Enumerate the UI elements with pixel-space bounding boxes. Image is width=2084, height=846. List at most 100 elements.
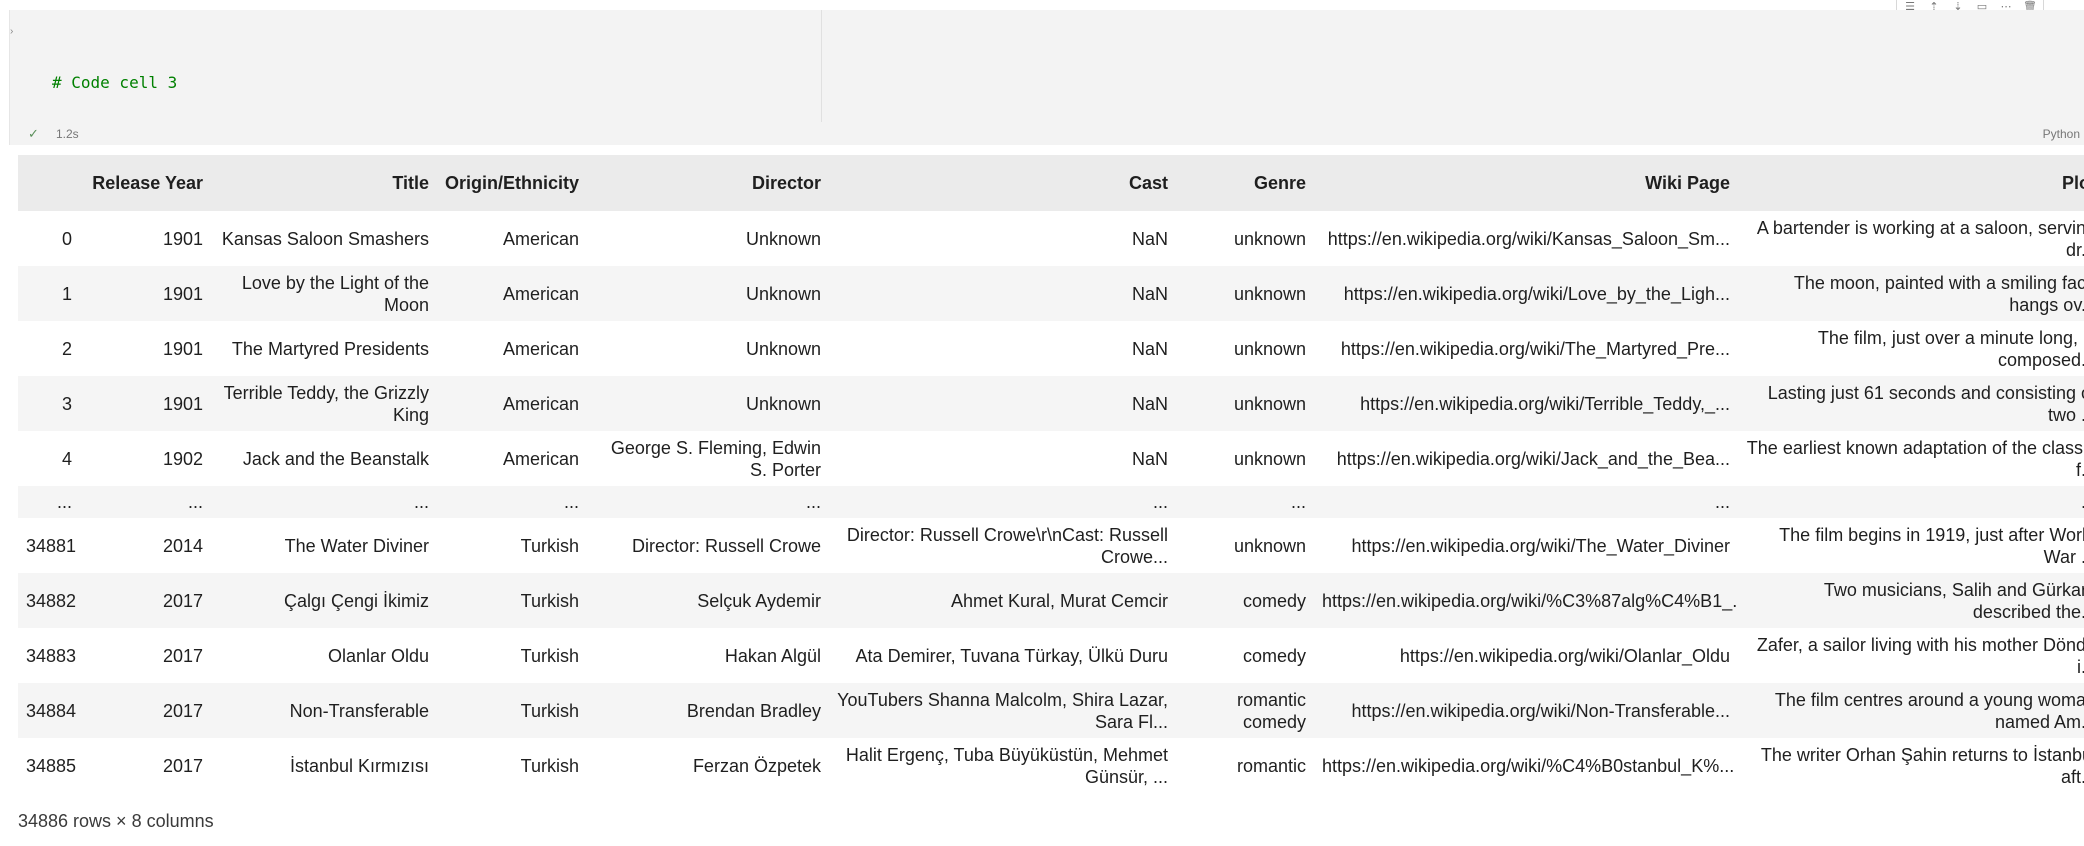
- table-row: 34881 2014 The Water Diviner Turkish Directo…: [18, 518, 2084, 573]
- cell-plot: The film, just over a minute long, is co…: [1817, 327, 2084, 370]
- success-check-icon: ✓: [28, 126, 39, 141]
- cell-cast: NaN: [1131, 228, 1168, 249]
- table-row: 0 1901 Kansas Saloon Smashers American Unkno…: [18, 211, 2084, 266]
- table-row: 4 1902 Jack and the Beanstalk American Georg…: [18, 431, 2084, 486]
- cell-plot: Zafer, a sailor living with his mother D…: [1756, 634, 2084, 677]
- table-row: 2 1901 The Martyred Presidents American Unkn…: [18, 321, 2084, 376]
- cell-director: Unknown: [745, 338, 821, 359]
- table-row: 34885 2017 İstanbul Kırmızısı Turkish Ferzan…: [18, 738, 2084, 793]
- cell-plot: The film begins in 1919, just after Worl…: [1779, 524, 2084, 567]
- table-row: 3 1901 Terrible Teddy, the Grizzly King Ame…: [18, 376, 2084, 431]
- cell-title: The Martyred Presidents: [231, 338, 429, 359]
- cell-plot: The earliest known adaptation of the cla…: [1746, 437, 2084, 480]
- cell-genre: romantic: [1236, 755, 1306, 776]
- cell-genre: comedy: [1242, 590, 1306, 611]
- cell-title: İstanbul Kırmızısı: [289, 755, 429, 776]
- cell-director: Unknown: [745, 283, 821, 304]
- cell-release-year: 2017: [162, 755, 203, 776]
- cell-plot: ...: [1738, 486, 2084, 518]
- cell-index: 2: [61, 338, 72, 359]
- cell-genre: romantic comedy: [1236, 689, 1306, 732]
- cell-origin: Turkish: [520, 700, 579, 721]
- code-cell[interactable]: › # Code cell 3 df=pd.read_csv(os.path.j…: [9, 10, 2084, 308]
- cell-status-bar: ✓ 1.2s Python: [10, 126, 2084, 144]
- cell-title: Terrible Teddy, the Grizzly King: [223, 382, 429, 425]
- cell-genre: unknown: [1233, 448, 1306, 469]
- cell-wiki-page: https://en.wikipedia.org/wiki/Non-Transf…: [1351, 700, 1730, 721]
- cell-wiki-page: https://en.wikipedia.org/wiki/Terrible_T…: [1360, 393, 1730, 414]
- cell-title: Non-Transferable: [289, 700, 429, 721]
- cell-index: 34884: [26, 700, 77, 721]
- cell-release-year: 2017: [162, 645, 203, 666]
- cell-genre: unknown: [1233, 535, 1306, 556]
- cell-genre: ...: [1290, 492, 1306, 512]
- column-header-title: Title: [392, 173, 429, 193]
- cell-director: Director: Russell Crowe: [631, 535, 821, 556]
- cell-wiki-page: https://en.wikipedia.org/wiki/Kansas_Sal…: [1327, 228, 1730, 249]
- cell-origin: American: [502, 228, 579, 249]
- cell-title: The Water Diviner: [284, 535, 429, 556]
- cell-genre: unknown: [1233, 338, 1306, 359]
- cell-plot: Two musicians, Salih and Gürkan, describ…: [1823, 579, 2084, 622]
- table-row: 34882 2017 Çalgı Çengi İkimiz Turkish Selçuk…: [18, 573, 2084, 628]
- code-comment: # Code cell 3: [52, 73, 178, 92]
- cell-index: 34885: [26, 755, 77, 776]
- table-header-row: Release Year Title Origin/Ethnicity Dire…: [18, 155, 2084, 211]
- cell-genre: unknown: [1233, 283, 1306, 304]
- cell-title: Jack and the Beanstalk: [242, 448, 429, 469]
- code-editor[interactable]: # Code cell 3 df=pd.read_csv(os.path.joi…: [10, 10, 822, 308]
- cell-release-year: 1901: [162, 228, 203, 249]
- cell-cast: NaN: [1131, 393, 1168, 414]
- cell-index: 4: [61, 448, 72, 469]
- cell-release-year: 1901: [162, 283, 203, 304]
- cell-director: George S. Fleming, Edwin S. Porter: [610, 437, 821, 480]
- cell-plot: The writer Orhan Şahin returns to İstanb…: [1760, 744, 2084, 787]
- column-header-cast: Cast: [1128, 173, 1168, 193]
- cell-title: Love by the Light of the Moon: [241, 272, 429, 315]
- execution-time: 1.2s: [56, 127, 79, 141]
- cell-language[interactable]: Python: [2043, 127, 2080, 141]
- cell-index: 3: [61, 393, 72, 414]
- cell-director: Brendan Bradley: [686, 700, 821, 721]
- cell-release-year: 2017: [162, 700, 203, 721]
- cell-wiki-page: https://en.wikipedia.org/wiki/%C4%B0stan…: [1322, 755, 1735, 776]
- cell-cast: Ata Demirer, Tuvana Türkay, Ülkü Duru: [855, 645, 1168, 666]
- cell-cast: NaN: [1131, 338, 1168, 359]
- cell-plot: Lasting just 61 seconds and consisting o…: [1767, 382, 2084, 425]
- cell-title: Kansas Saloon Smashers: [221, 228, 429, 249]
- cell-origin: Turkish: [520, 535, 579, 556]
- column-header-genre: Genre: [1253, 173, 1306, 193]
- cell-cast: NaN: [1131, 448, 1168, 469]
- column-header-wiki-page: Wiki Page: [1645, 173, 1730, 193]
- cell-wiki-page: https://en.wikipedia.org/wiki/Love_by_th…: [1343, 283, 1730, 304]
- cell-index: 34881: [26, 535, 77, 556]
- cell-origin: American: [502, 448, 579, 469]
- cell-director: Selçuk Aydemir: [697, 590, 821, 611]
- cell-release-year: 1901: [162, 338, 203, 359]
- cell-title: Çalgı Çengi İkimiz: [283, 590, 429, 611]
- cell-wiki-page: https://en.wikipedia.org/wiki/%C3%87alg%…: [1322, 590, 1738, 611]
- code-line-1: # Code cell 3: [52, 71, 821, 95]
- table-row: 34884 2017 Non-Transferable Turkish Brendan …: [18, 683, 2084, 738]
- cell-origin: Turkish: [520, 590, 579, 611]
- cell-wiki-page: https://en.wikipedia.org/wiki/Olanlar_Ol…: [1399, 645, 1730, 666]
- cell-director: Hakan Algül: [724, 645, 821, 666]
- cell-cast: Director: Russell Crowe\r\nCast: Russell…: [846, 524, 1168, 567]
- cell-index: 1: [61, 283, 72, 304]
- cell-wiki-page: ...: [1714, 492, 1730, 512]
- cell-plot: A bartender is working at a saloon, serv…: [1756, 217, 2084, 260]
- cell-release-year: 1902: [162, 448, 203, 469]
- cell-origin: American: [502, 338, 579, 359]
- cell-cast: YouTubers Shanna Malcolm, Shira Lazar, S…: [837, 689, 1168, 732]
- cell-cast: ...: [1152, 492, 1168, 512]
- cell-cast: Ahmet Kural, Murat Cemcir: [950, 590, 1168, 611]
- dataframe-table: Release Year Title Origin/Ethnicity Dire…: [18, 155, 2084, 793]
- cell-origin: Turkish: [520, 755, 579, 776]
- cell-release-year: 2014: [162, 535, 203, 556]
- cell-origin: ...: [563, 492, 579, 512]
- cell-cast: Halit Ergenç, Tuba Büyüküstün, Mehmet Gü…: [845, 744, 1168, 787]
- ellipsis-row: ...........................: [18, 486, 2084, 518]
- cell-plot: The moon, painted with a smiling face ha…: [1793, 272, 2084, 315]
- cell-wiki-page: https://en.wikipedia.org/wiki/Jack_and_t…: [1336, 448, 1730, 469]
- cell-wiki-page: https://en.wikipedia.org/wiki/The_Martyr…: [1340, 338, 1730, 359]
